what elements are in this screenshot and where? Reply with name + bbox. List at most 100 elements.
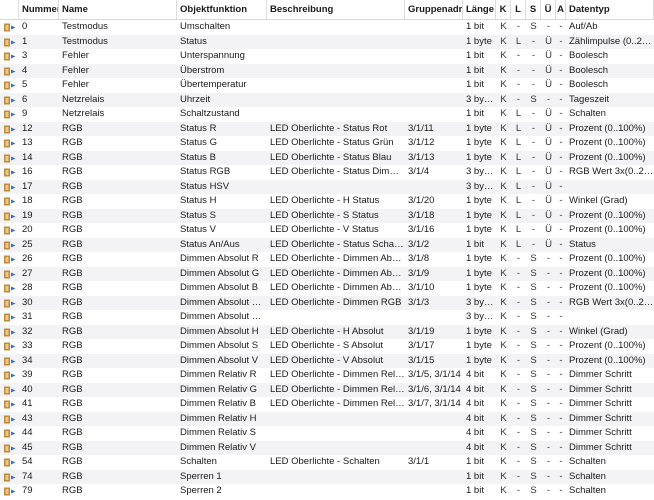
column-header-len[interactable]: Länge: [463, 0, 496, 19]
table-row[interactable]: 5 Fehler Übertemperatur 1 bit K - - Ü - Boolesch: [0, 78, 654, 93]
table-row[interactable]: 74 RGB Sperren 11 bit K - S - - Schalten: [0, 469, 654, 485]
table-row[interactable]: 1 Testmodus Status 1 byte K L - Ü - Zählimpulse (…: [0, 34, 654, 49]
cell-desc: [267, 64, 405, 79]
column-header-icon[interactable]: [0, 0, 19, 19]
cell-a: -: [559, 253, 563, 264]
column-header-obj[interactable]: Objektfunktion: [177, 0, 267, 19]
cell-obj: Dimmen Relativ H: [180, 412, 257, 424]
table-row[interactable]: 13 RGB Status G LED Oberlichte - Status Grü…: [0, 136, 654, 151]
knx-communication-object-icon: [4, 96, 16, 104]
cell-len: 1 bit: [466, 50, 484, 61]
cell-u: -: [546, 369, 551, 380]
knx-communication-object-icon: [4, 125, 16, 133]
cell-a: -: [559, 79, 563, 90]
cell-len: 4 bit: [466, 383, 484, 395]
column-header-ga[interactable]: Gruppenadressen: [405, 0, 463, 19]
table-row[interactable]: 40 RGB Dimmen Relativ G LED Oberlichte - Di…: [0, 382, 654, 397]
cell-obj: Dimmen Absolut HSV: [180, 311, 267, 322]
table-row[interactable]: 18 RGB Status H LED Oberlichte - H Status 3/…: [0, 194, 654, 209]
cell-nr: 0: [22, 21, 28, 32]
table-row[interactable]: 3 Fehler Unterspannung 1 bit K - - Ü - Boolesch: [0, 49, 654, 64]
column-header-desc[interactable]: Beschreibung: [267, 0, 405, 19]
table-row[interactable]: 12 RGB Status R LED Oberlichte - Status Rot…: [0, 121, 654, 136]
cell-s: -: [531, 122, 536, 134]
table-row[interactable]: 9 Netzrelais Schaltzustand 1 bit K L - Ü - Schalt…: [0, 107, 654, 122]
table-row[interactable]: 0 Testmodus Umschalten 1 bit K - S - - Auf/Ab: [0, 20, 654, 35]
column-header-l[interactable]: L: [511, 0, 526, 19]
cell-name: RGB: [62, 238, 83, 250]
cell-name: RGB: [62, 151, 83, 163]
cell-k: K: [500, 311, 507, 322]
column-header-u[interactable]: Ü: [541, 0, 556, 19]
cell-dt: Tageszeit: [569, 93, 610, 105]
cell-u: -: [546, 354, 551, 366]
cell-dt: [566, 310, 654, 325]
cell-ga: 3/1/12: [408, 137, 435, 148]
cell-desc: LED Oberlichte - V Status: [270, 224, 379, 235]
cell-len: 4 bit: [466, 398, 484, 409]
knx-communication-object-icon: [4, 458, 16, 467]
table-row[interactable]: 39 RGB Dimmen Relativ R LED Oberlichte - Di…: [0, 368, 654, 383]
cell-desc: [267, 412, 405, 427]
cell-nr: 41: [22, 398, 33, 409]
cell-u: Ü: [545, 195, 552, 206]
cell-l: -: [516, 470, 521, 482]
cell-s: -: [531, 224, 536, 235]
cell-a: -: [559, 427, 563, 438]
table-row[interactable]: 33 RGB Dimmen Absolut S LED Oberlichte - S …: [0, 339, 654, 354]
cell-l: L: [515, 108, 522, 119]
column-header-name[interactable]: Name: [59, 0, 177, 19]
cell-obj: Dimmen Absolut R: [180, 253, 259, 264]
column-header-k[interactable]: K: [496, 0, 511, 19]
table-row[interactable]: 44 RGB Dimmen Relativ S4 bit K - S - - Dimmer Sc…: [0, 426, 654, 441]
table-row[interactable]: 14 RGB Status B LED Oberlichte - Status Bla…: [0, 150, 654, 165]
cell-desc: LED Oberlichte - H Absolut: [270, 325, 384, 337]
cell-u: Ü: [545, 137, 552, 148]
table-row[interactable]: 54 RGB Schalten LED Oberlichte - Schalten 3/…: [0, 455, 654, 470]
table-row[interactable]: 28 RGB Dimmen Absolut B LED Oberlichte - Di…: [0, 281, 654, 296]
cell-obj: Status G: [180, 137, 217, 148]
table-row[interactable]: 6 Netzrelais Uhrzeit 3 bytes K - S - - Tageszeit: [0, 92, 654, 107]
cell-k: K: [500, 108, 507, 119]
cell-nr: 30: [22, 296, 33, 308]
table-row[interactable]: 32 RGB Dimmen Absolut H LED Oberlichte - H …: [0, 324, 654, 339]
table-row[interactable]: 34 RGB Dimmen Absolut V LED Oberlichte - V …: [0, 353, 654, 368]
column-header-dt[interactable]: Datentyp: [566, 0, 654, 19]
cell-obj: Status HSV: [180, 180, 230, 192]
table-row[interactable]: 20 RGB Status V LED Oberlichte - V Status 3/…: [0, 223, 654, 238]
cell-u: -: [546, 456, 551, 467]
table-row[interactable]: 41 RGB Dimmen Relativ B LED Oberlichte - Di…: [0, 397, 654, 412]
cell-desc: [267, 180, 405, 195]
cell-ga: [405, 49, 463, 64]
table-row[interactable]: 43 RGB Dimmen Relativ H4 bit K - S - - Dimmer Sc…: [0, 411, 654, 427]
cell-s: -: [531, 108, 536, 119]
cell-ga: [405, 441, 463, 456]
table-row[interactable]: 30 RGB Dimmen Absolut RGB LED Oberlichte - …: [0, 295, 654, 310]
table-row[interactable]: 19 RGB Status S LED Oberlichte - S Status 3/…: [0, 208, 654, 223]
cell-nr: 4: [22, 64, 28, 76]
cell-s: -: [531, 79, 536, 90]
table-row[interactable]: 79 RGB Sperren 21 bit K - S - - Schalten: [0, 484, 654, 499]
cell-l: L: [515, 180, 522, 192]
table-row[interactable]: 17 RGB Status HSV 3 bytes K L - Ü -: [0, 179, 654, 195]
table-row[interactable]: 45 RGB Dimmen Relativ V4 bit K - S - - Dimmer Sc…: [0, 440, 654, 456]
column-header-s[interactable]: S: [526, 0, 541, 19]
column-header-nr[interactable]: Nummer: [19, 0, 59, 19]
cell-dt: Zählimpulse (0..255): [569, 35, 654, 47]
cell-dt: Dimmer Schritt: [569, 412, 632, 424]
table-row[interactable]: 16 RGB Status RGB LED Oberlichte - Status D…: [0, 165, 654, 180]
cell-nr: 34: [22, 354, 33, 366]
cell-s: S: [530, 383, 537, 395]
table-row[interactable]: 25 RGB Status An/Aus LED Oberlichte - Statu…: [0, 237, 654, 252]
table-row[interactable]: 31 RGB Dimmen Absolut HSV 3 bytes K - S - -: [0, 310, 654, 325]
knx-communication-object-icon: [4, 284, 16, 293]
cell-s: -: [531, 64, 536, 76]
cell-desc: [267, 470, 405, 485]
table-row[interactable]: 26 RGB Dimmen Absolut R LED Oberlichte - Di…: [0, 252, 654, 267]
cell-len: 1 bit: [466, 21, 484, 32]
column-header-a[interactable]: A: [556, 0, 566, 19]
knx-communication-object-icon: [4, 154, 16, 162]
cell-obj: Dimmen Relativ S: [180, 427, 257, 438]
table-row[interactable]: 27 RGB Dimmen Absolut G LED Oberlichte - Di…: [0, 266, 654, 281]
table-row[interactable]: 4 Fehler Überstrom 1 bit K - - Ü - Boolesch: [0, 63, 654, 79]
